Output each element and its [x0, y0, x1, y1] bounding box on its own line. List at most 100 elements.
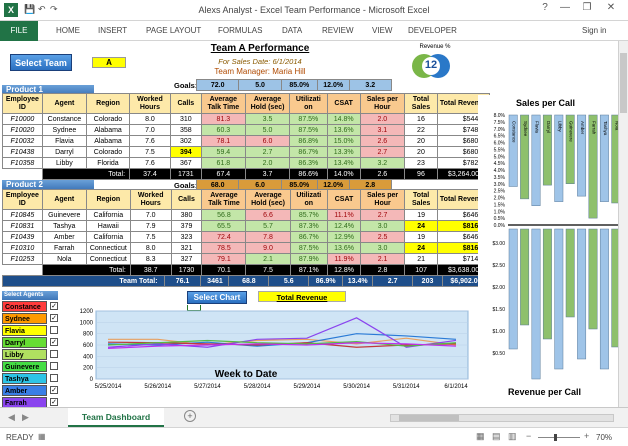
table-cell[interactable]: 21: [404, 253, 439, 265]
table-cell[interactable]: F10831: [2, 220, 43, 232]
table-cell[interactable]: 367: [169, 157, 202, 169]
table-cell[interactable]: 65.5: [201, 220, 247, 232]
sign-in-link[interactable]: Sign in: [582, 26, 606, 35]
table-cell[interactable]: F10253: [2, 253, 43, 265]
table-cell[interactable]: 302: [169, 135, 202, 147]
worksheet[interactable]: Select Team A Team A Performance For Sal…: [0, 41, 628, 407]
table-cell[interactable]: Alabama: [85, 124, 131, 136]
table-cell[interactable]: 19: [404, 231, 439, 243]
page-layout-view-icon[interactable]: ▤: [492, 431, 501, 442]
table-cell[interactable]: 2.1: [245, 253, 291, 265]
table-cell[interactable]: 310: [169, 113, 202, 125]
table-cell[interactable]: 86.3%: [289, 157, 328, 169]
agent-chip[interactable]: Guinevere: [2, 361, 47, 372]
zoom-level[interactable]: 70%: [596, 433, 612, 442]
table-cell[interactable]: 3.1: [359, 124, 405, 136]
table-cell[interactable]: 379: [170, 220, 203, 232]
table-cell[interactable]: 7.5: [129, 231, 172, 243]
agent-chip[interactable]: Amber: [2, 385, 47, 396]
table-cell[interactable]: 24: [404, 242, 439, 254]
agent-chip[interactable]: Sydnee: [2, 313, 47, 324]
table-cell[interactable]: 13.3%: [326, 146, 361, 158]
table-cell[interactable]: Libby: [41, 157, 87, 169]
table-cell[interactable]: Hawaii: [85, 220, 131, 232]
table-cell[interactable]: 2.5: [360, 231, 406, 243]
agent-checkbox[interactable]: [50, 362, 58, 370]
table-cell[interactable]: 20: [403, 146, 439, 158]
table-cell[interactable]: 22: [403, 124, 439, 136]
table-cell[interactable]: 380: [170, 209, 203, 221]
table-cell[interactable]: F10000: [2, 113, 43, 125]
table-cell[interactable]: Constance: [41, 113, 87, 125]
tab-page-layout[interactable]: PAGE LAYOUT: [146, 26, 201, 35]
table-cell[interactable]: 85.7%: [289, 209, 329, 221]
close-button[interactable]: ✕: [602, 2, 620, 13]
agent-checkbox[interactable]: ✓: [50, 398, 58, 406]
chart-type-select[interactable]: Total Revenue: [258, 291, 346, 302]
table-cell[interactable]: 12.9%: [326, 231, 362, 243]
agent-checkbox[interactable]: [50, 326, 58, 334]
table-cell[interactable]: 78.1: [200, 135, 246, 147]
zoom-in-icon[interactable]: +: [584, 431, 589, 441]
table-cell[interactable]: 12.4%: [326, 220, 362, 232]
table-cell[interactable]: 358: [169, 124, 202, 136]
help-button[interactable]: ?: [536, 2, 554, 13]
table-cell[interactable]: 7.6: [129, 135, 171, 147]
table-cell[interactable]: 72.4: [201, 231, 247, 243]
table-cell[interactable]: 7.0: [129, 124, 171, 136]
table-cell[interactable]: 86.7%: [289, 231, 329, 243]
table-cell[interactable]: F10439: [2, 231, 43, 243]
table-cell[interactable]: 3.2: [359, 157, 405, 169]
table-cell[interactable]: 87.9%: [289, 253, 329, 265]
tab-file[interactable]: FILE: [0, 21, 38, 41]
table-cell[interactable]: 15.0%: [326, 135, 361, 147]
macro-record-icon[interactable]: ▦: [38, 432, 46, 441]
table-cell[interactable]: 87.3%: [289, 220, 329, 232]
table-cell[interactable]: 323: [170, 231, 203, 243]
table-cell[interactable]: 2.1: [360, 253, 406, 265]
table-cell[interactable]: Darryl: [41, 146, 87, 158]
table-cell[interactable]: 24: [404, 220, 439, 232]
tab-developer[interactable]: DEVELOPER: [408, 26, 457, 35]
table-cell[interactable]: F10358: [2, 157, 43, 169]
table-cell[interactable]: Guinevere: [41, 209, 87, 221]
table-cell[interactable]: 5.7: [245, 220, 291, 232]
table-cell[interactable]: 327: [170, 253, 203, 265]
table-cell[interactable]: 13.4%: [326, 157, 361, 169]
prev-sheet-icon[interactable]: ◀: [8, 412, 15, 423]
table-cell[interactable]: 7.5: [129, 146, 171, 158]
table-cell[interactable]: 86.8%: [289, 135, 328, 147]
scroll-thumb[interactable]: [620, 53, 627, 113]
table-cell[interactable]: 16: [403, 113, 439, 125]
agent-checkbox[interactable]: ✓: [50, 314, 58, 322]
table-cell[interactable]: Colorado: [85, 113, 131, 125]
table-cell[interactable]: 11.1%: [326, 209, 362, 221]
agent-checkbox[interactable]: [50, 350, 58, 358]
team-select[interactable]: A: [92, 57, 126, 68]
table-cell[interactable]: 2.7: [360, 209, 406, 221]
h-scroll-thumb[interactable]: [399, 415, 459, 421]
table-cell[interactable]: 7.8: [245, 231, 291, 243]
table-cell[interactable]: 394: [169, 146, 202, 158]
tab-insert[interactable]: INSERT: [98, 26, 127, 35]
normal-view-icon[interactable]: ▦: [476, 431, 485, 442]
table-cell[interactable]: Connecticut: [85, 242, 131, 254]
agent-chip[interactable]: Darryl: [2, 337, 47, 348]
table-cell[interactable]: 5.0: [244, 124, 291, 136]
table-cell[interactable]: 20: [403, 135, 439, 147]
table-cell[interactable]: Nola: [41, 253, 87, 265]
table-cell[interactable]: 2.7: [359, 146, 405, 158]
table-cell[interactable]: 81.3: [200, 113, 246, 125]
add-sheet-icon[interactable]: +: [184, 410, 196, 422]
tab-view[interactable]: VIEW: [372, 26, 392, 35]
agent-chip[interactable]: Constance: [2, 301, 47, 312]
table-cell[interactable]: 8.0: [129, 242, 172, 254]
table-cell[interactable]: 6.0: [244, 135, 291, 147]
table-cell[interactable]: 19: [404, 209, 439, 221]
table-cell[interactable]: 23: [403, 157, 439, 169]
table-cell[interactable]: 61.8: [200, 157, 246, 169]
zoom-out-icon[interactable]: −: [526, 431, 531, 441]
table-cell[interactable]: 87.5%: [289, 124, 328, 136]
table-cell[interactable]: 7.9: [129, 220, 172, 232]
table-cell[interactable]: Farrah: [41, 242, 87, 254]
